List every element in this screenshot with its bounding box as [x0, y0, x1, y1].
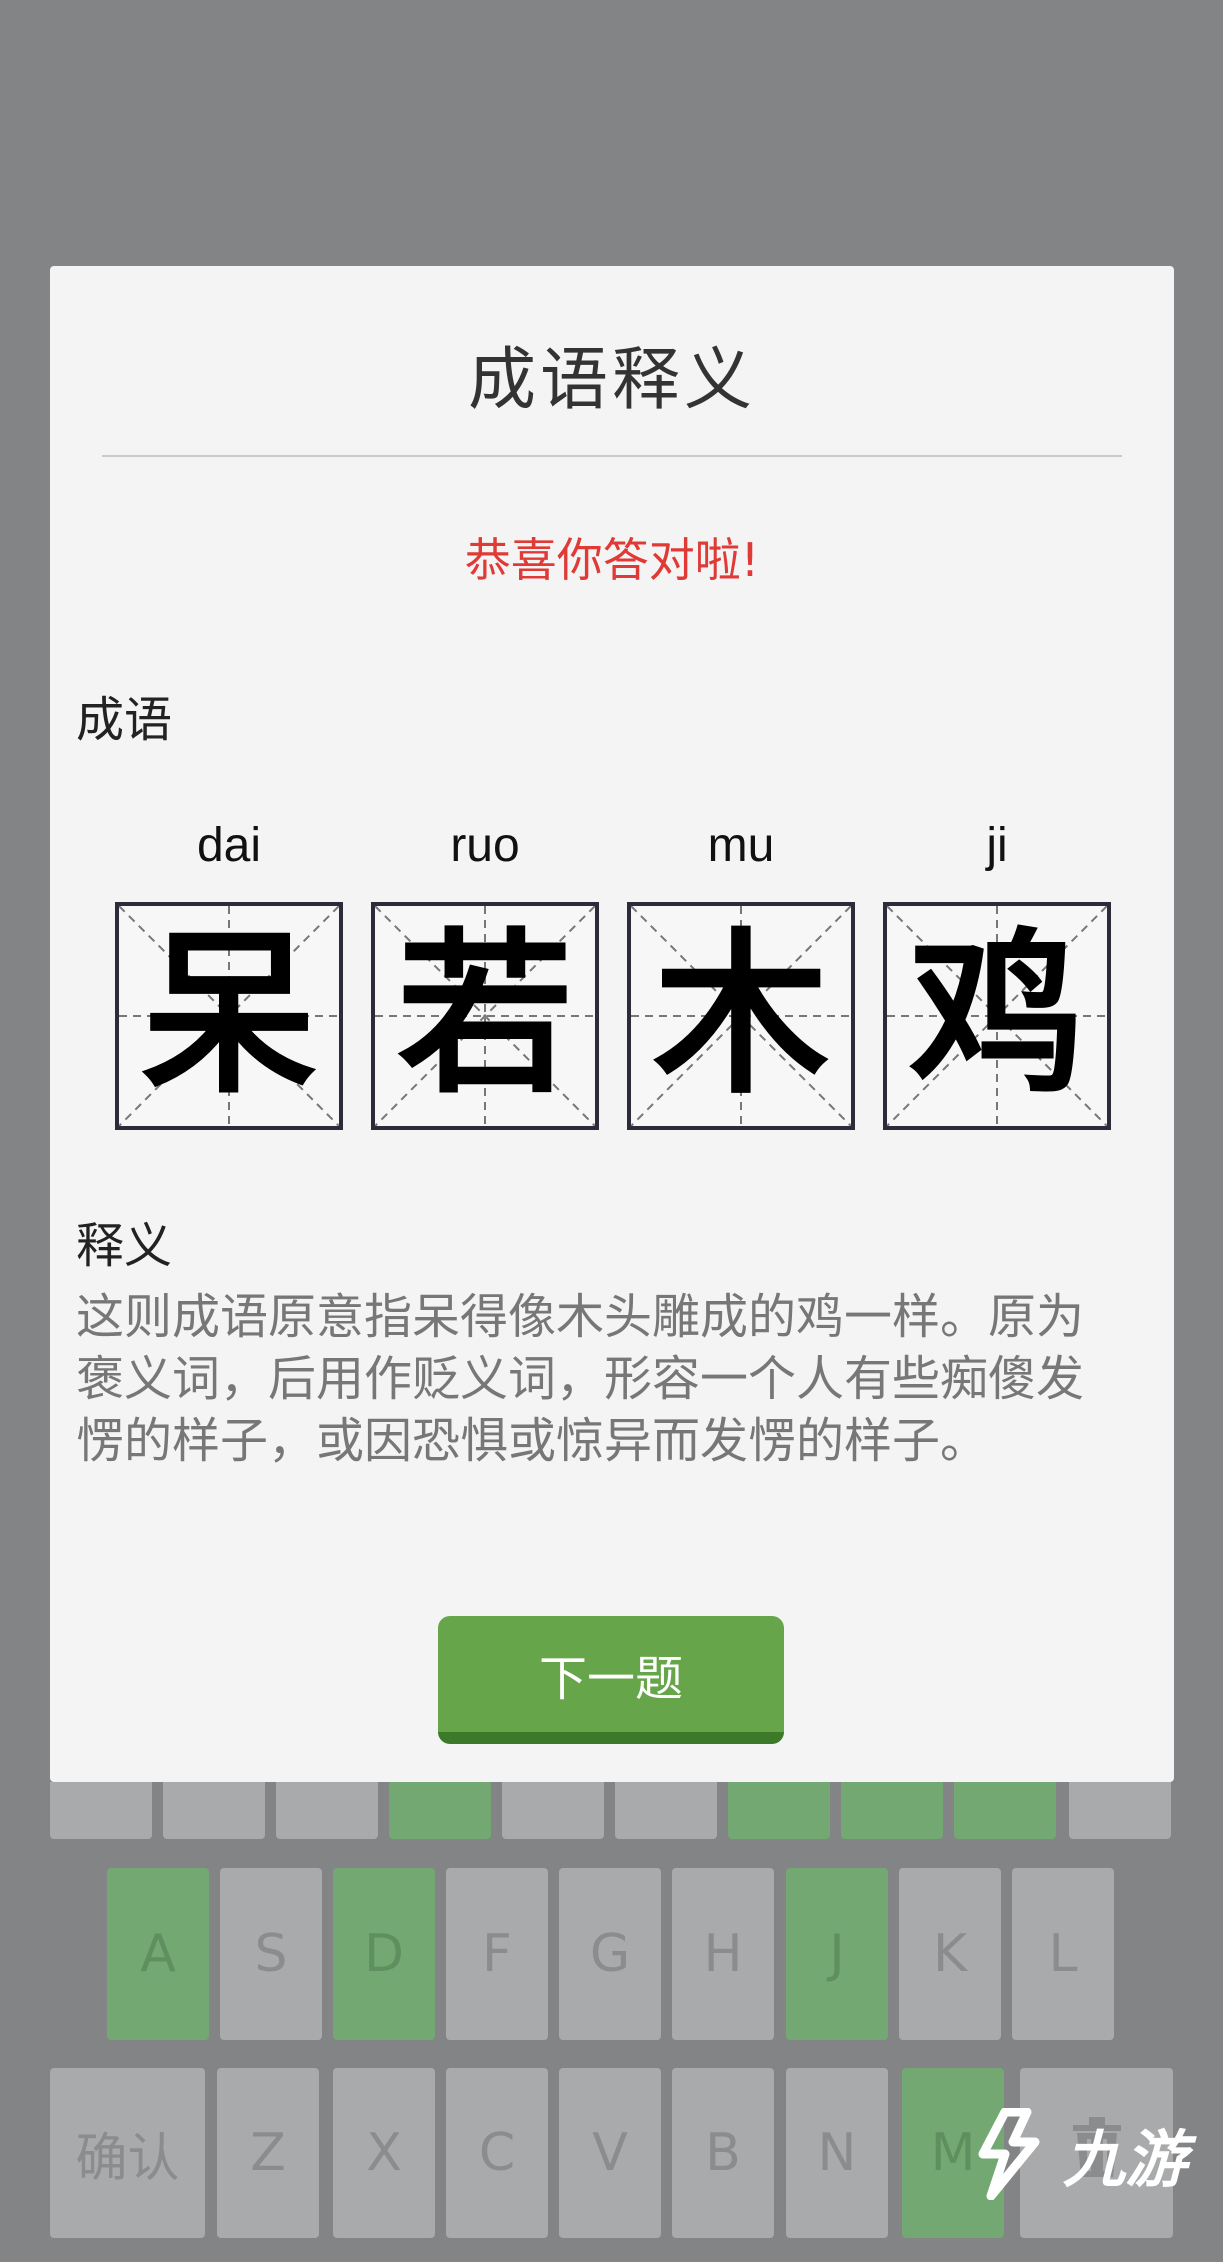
title-divider — [102, 455, 1122, 457]
key-g[interactable]: G — [559, 1868, 661, 2040]
key-s[interactable]: S — [220, 1868, 322, 2040]
key-v[interactable]: V — [559, 2068, 661, 2238]
keyboard-key[interactable] — [389, 1782, 491, 1839]
keyboard-key[interactable] — [1069, 1782, 1171, 1839]
keyboard-key[interactable] — [615, 1782, 717, 1839]
tian-grid: 呆 — [115, 902, 343, 1130]
pinyin: mu — [707, 819, 775, 872]
key-h[interactable]: H — [672, 1868, 774, 2040]
idiom-label: 成语 — [76, 692, 173, 748]
confirm-key[interactable]: 确认 — [50, 2068, 205, 2238]
meaning-text: 这则成语原意指呆得像木头雕成的鸡一样。原为褒义词，后用作贬义词，形容一个人有些痴… — [76, 1289, 1085, 1469]
character-cell: ji 鸡 — [883, 806, 1111, 1130]
character-cell: dai 呆 — [115, 806, 343, 1130]
key-f[interactable]: F — [446, 1868, 548, 2040]
hanzi: 木 — [652, 913, 829, 1118]
keyboard-key[interactable] — [502, 1782, 604, 1839]
key-x[interactable]: X — [333, 2068, 435, 2238]
watermark-text: 九游 — [1062, 2123, 1187, 2196]
keyboard-key[interactable] — [50, 1782, 152, 1839]
keyboard-key[interactable] — [841, 1782, 943, 1839]
idiom-characters: dai 呆 ruo 若 mu 木 ji 鸡 — [115, 806, 1115, 1130]
key-b[interactable]: B — [672, 2068, 774, 2238]
idiom-meaning-dialog: 成语释义 恭喜你答对啦! 成语 dai 呆 ruo 若 mu 木 ji 鸡 释义… — [50, 266, 1174, 1782]
tian-grid: 若 — [371, 902, 599, 1130]
meaning-label: 释义 — [76, 1218, 173, 1274]
key-k[interactable]: K — [899, 1868, 1001, 2040]
keyboard-key[interactable] — [728, 1782, 830, 1839]
pinyin: ruo — [450, 819, 520, 872]
character-cell: mu 木 — [627, 806, 855, 1130]
pinyin: dai — [196, 819, 262, 872]
key-d[interactable]: D — [333, 1868, 435, 2040]
hanzi: 若 — [396, 913, 573, 1118]
hanzi: 呆 — [140, 913, 317, 1118]
watermark: 九游 — [965, 2107, 1187, 2201]
keyboard-top-row — [0, 1782, 1223, 1839]
tian-grid: 木 — [627, 902, 855, 1130]
keyboard-key[interactable] — [163, 1782, 265, 1839]
hanzi: 鸡 — [908, 913, 1085, 1118]
congrats-message: 恭喜你答对啦! — [464, 533, 760, 587]
jiuyou-logo-icon — [965, 2107, 1057, 2201]
key-a[interactable]: A — [107, 1868, 209, 2040]
key-l[interactable]: L — [1012, 1868, 1114, 2040]
pinyin: ji — [986, 819, 1008, 872]
tian-grid: 鸡 — [883, 902, 1111, 1130]
character-cell: ruo 若 — [371, 806, 599, 1130]
next-question-button[interactable]: 下一题 — [438, 1616, 784, 1744]
key-n[interactable]: N — [786, 2068, 888, 2238]
dialog-title: 成语释义 — [467, 341, 756, 420]
keyboard-row-asdf: A S D F G H J K L — [0, 1868, 1223, 2040]
keyboard-key[interactable] — [276, 1782, 378, 1839]
key-c[interactable]: C — [446, 2068, 548, 2238]
keyboard-key[interactable] — [954, 1782, 1056, 1839]
key-z[interactable]: Z — [217, 2068, 319, 2238]
key-j[interactable]: J — [786, 1868, 888, 2040]
